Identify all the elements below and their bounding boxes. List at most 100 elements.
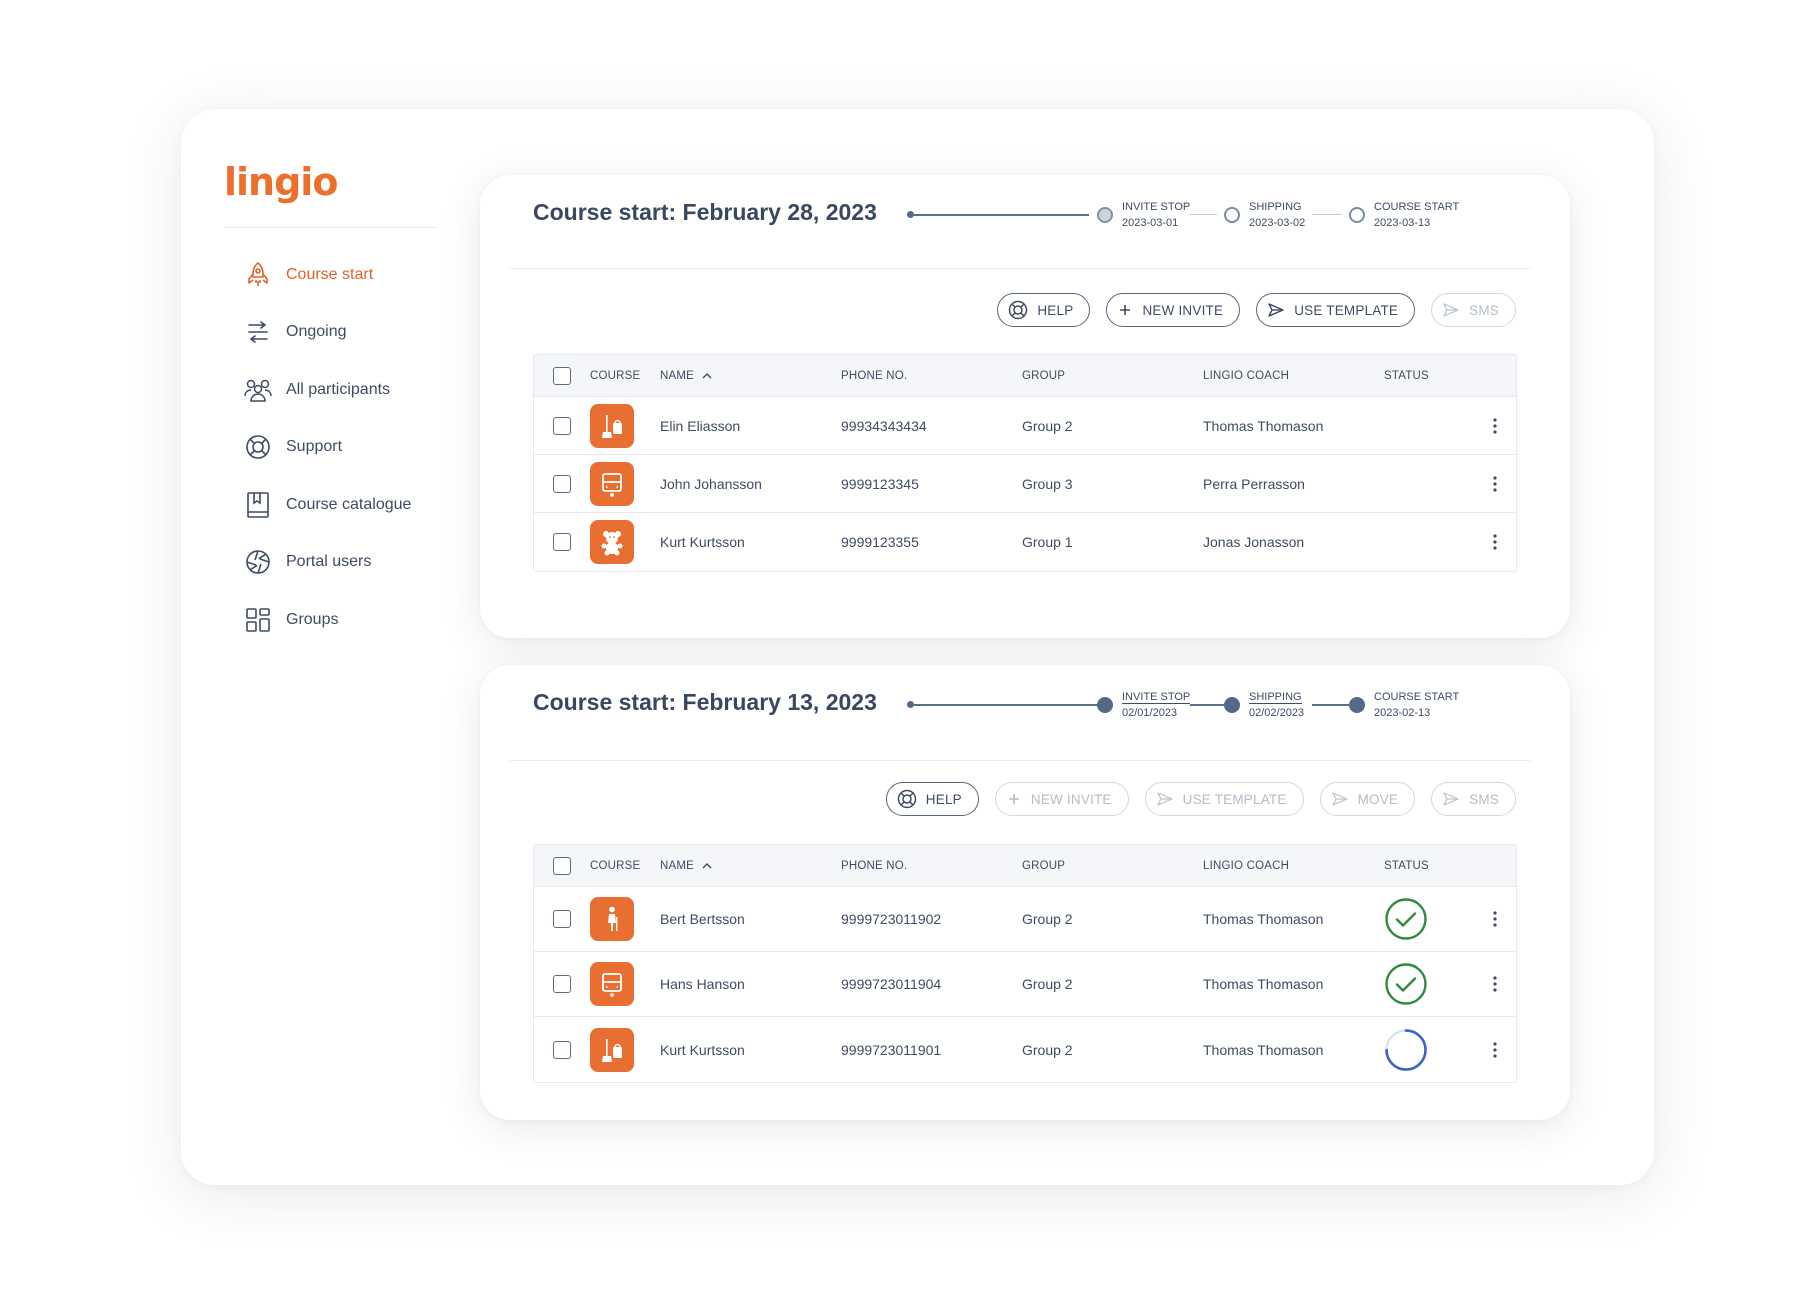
timeline-invite-stop: INVITE STOP 2023-03-01 xyxy=(1122,201,1191,229)
sidebar-item-course-start[interactable]: Course start xyxy=(243,246,463,304)
participant-group: Group 2 xyxy=(1022,976,1073,992)
participant-name: Hans Hanson xyxy=(660,976,745,992)
row-checkbox[interactable] xyxy=(553,975,571,993)
sidebar-item-label: All participants xyxy=(286,380,391,398)
sms-button[interactable]: SMS xyxy=(1431,293,1516,327)
select-all-checkbox[interactable] xyxy=(553,856,571,875)
plus-icon xyxy=(1117,302,1133,318)
send-icon xyxy=(1331,791,1349,807)
cleaning-icon xyxy=(590,403,634,448)
participants-table: COURSE NAME PHONE NO. GROUP LINGIO COACH… xyxy=(533,354,1517,572)
participant-status xyxy=(1384,1028,1474,1072)
column-course: COURSE xyxy=(590,859,641,872)
timeline-course-start: COURSE START 2023-02-13 xyxy=(1374,691,1460,719)
sidebar-item-label: Groups xyxy=(286,610,339,628)
bus-icon xyxy=(590,962,634,1006)
arrows-icon xyxy=(243,317,273,347)
sidebar-item-support[interactable]: Support xyxy=(243,419,463,477)
help-button[interactable]: HELP xyxy=(885,782,979,816)
timeline-line xyxy=(1190,214,1217,215)
timeline-node xyxy=(1349,207,1365,223)
sidebar-item-ongoing[interactable]: Ongoing xyxy=(243,304,463,362)
table-row[interactable]: Kurt Kurtsson 9999123355 Group 1 Jonas J… xyxy=(534,513,1516,571)
help-button[interactable]: HELP xyxy=(997,293,1091,327)
row-checkbox[interactable] xyxy=(553,474,571,493)
new-invite-button[interactable]: NEW INVITE xyxy=(994,782,1129,816)
timeline-line xyxy=(1190,704,1224,706)
participant-group: Group 1 xyxy=(1022,534,1073,550)
column-name[interactable]: NAME xyxy=(660,860,841,872)
sidebar-item-course-catalogue[interactable]: Course catalogue xyxy=(243,476,463,534)
card-toolbar: HELP NEW INVITE USE TEMPLATE SMS xyxy=(997,293,1516,327)
participant-phone: 9999723011902 xyxy=(841,911,942,927)
column-status: STATUS xyxy=(1384,859,1429,872)
card-title: Course start: February 28, 2023 xyxy=(533,199,877,225)
row-checkbox[interactable] xyxy=(553,910,571,928)
participant-group: Group 2 xyxy=(1022,911,1073,927)
use-template-button[interactable]: USE TEMPLATE xyxy=(1144,782,1304,816)
timeline-line xyxy=(1312,214,1342,215)
sidebar-item-all-participants[interactable]: All participants xyxy=(243,361,463,419)
more-options-icon[interactable] xyxy=(1493,911,1497,927)
participant-group: Group 3 xyxy=(1022,475,1073,492)
participant-group: Group 2 xyxy=(1022,1041,1073,1058)
table-header: COURSE NAME PHONE NO. GROUP LINGIO COACH… xyxy=(534,845,1516,887)
column-coach: LINGIO COACH xyxy=(1203,859,1290,872)
sort-ascending-icon[interactable] xyxy=(702,372,712,379)
caregiver-icon xyxy=(590,897,634,941)
more-options-icon[interactable] xyxy=(1493,1041,1497,1058)
row-checkbox[interactable] xyxy=(553,1040,571,1059)
participant-status xyxy=(1384,962,1474,1006)
more-options-icon[interactable] xyxy=(1493,475,1497,492)
participant-name: Bert Bertsson xyxy=(660,911,745,927)
table-row[interactable]: Kurt Kurtsson 9999723011901 Group 2 Thom… xyxy=(534,1017,1516,1082)
sidebar-item-portal-users[interactable]: Portal users xyxy=(243,534,463,592)
timeline-node xyxy=(1224,697,1240,713)
rocket-icon xyxy=(243,260,273,290)
column-coach: LINGIO COACH xyxy=(1203,369,1290,382)
timeline-line xyxy=(914,214,1089,216)
sidebar-item-label: Ongoing xyxy=(286,323,347,341)
timeline-course-start: COURSE START 2023-03-13 xyxy=(1374,201,1460,229)
more-options-icon[interactable] xyxy=(1493,534,1497,550)
participant-coach: Thomas Thomason xyxy=(1203,1041,1324,1058)
course-timeline: INVITE STOP 2023-03-01 SHIPPING 2023-03-… xyxy=(907,199,1557,239)
move-button[interactable]: MOVE xyxy=(1319,782,1416,816)
participant-name: Kurt Kurtsson xyxy=(660,1041,745,1058)
card-title: Course start: February 13, 2023 xyxy=(533,689,877,715)
table-row[interactable]: Bert Bertsson 9999723011902 Group 2 Thom… xyxy=(534,887,1516,952)
column-status: STATUS xyxy=(1384,369,1429,382)
send-icon xyxy=(1442,791,1460,807)
course-start-card: Course start: February 13, 2023 INVITE S… xyxy=(480,665,1570,1120)
table-row[interactable]: Hans Hanson 9999723011904 Group 2 Thomas… xyxy=(534,952,1516,1017)
sidebar-item-label: Course start xyxy=(286,265,374,283)
timeline-start-dot xyxy=(907,211,914,218)
more-options-icon[interactable] xyxy=(1493,976,1497,992)
timeline-shipping: SHIPPING 02/02/2023 xyxy=(1249,691,1305,719)
select-all-checkbox[interactable] xyxy=(553,366,571,385)
sort-ascending-icon[interactable] xyxy=(702,862,712,869)
lifebuoy-icon xyxy=(243,432,273,462)
participant-name: Elin Eliasson xyxy=(660,417,741,434)
table-row[interactable]: John Johansson 9999123345 Group 3 Perra … xyxy=(534,455,1516,513)
table-header: COURSE NAME PHONE NO. GROUP LINGIO COACH… xyxy=(534,355,1516,397)
sidebar-item-label: Course catalogue xyxy=(286,495,412,513)
row-checkbox[interactable] xyxy=(553,416,571,435)
send-icon xyxy=(1156,791,1174,807)
sidebar-item-groups[interactable]: Groups xyxy=(243,591,463,649)
send-icon xyxy=(1267,302,1285,318)
column-name[interactable]: NAME xyxy=(660,370,841,382)
new-invite-button[interactable]: NEW INVITE xyxy=(1106,293,1241,327)
more-options-icon[interactable] xyxy=(1493,417,1497,434)
participant-coach: Perra Perrasson xyxy=(1203,475,1305,492)
sms-button[interactable]: SMS xyxy=(1431,782,1516,816)
plus-icon xyxy=(1006,791,1022,807)
teddy-bear-icon xyxy=(590,520,634,564)
participant-coach: Jonas Jonasson xyxy=(1203,534,1305,550)
status-complete-icon xyxy=(1384,897,1428,941)
app-logo: lingio xyxy=(224,160,338,204)
people-icon xyxy=(243,375,273,405)
row-checkbox[interactable] xyxy=(553,533,571,551)
table-row[interactable]: Elin Eliasson 99934343434 Group 2 Thomas… xyxy=(534,397,1516,455)
use-template-button[interactable]: USE TEMPLATE xyxy=(1256,293,1416,327)
